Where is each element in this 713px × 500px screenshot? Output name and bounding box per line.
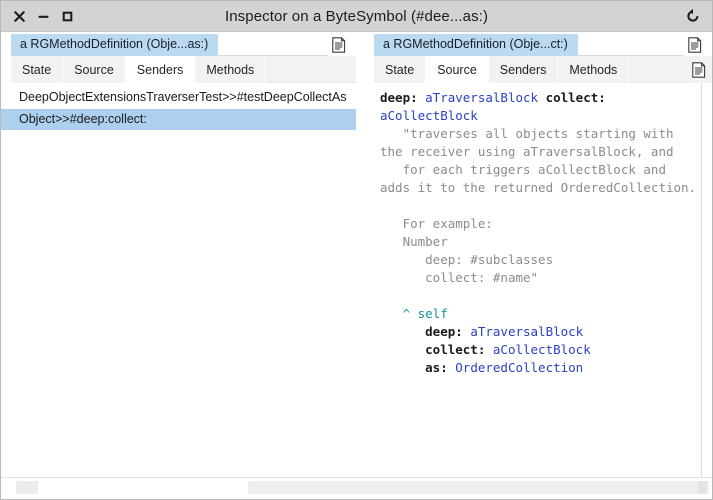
- left-pane: a RGMethodDefinition (Obje...as:) State …: [1, 32, 356, 477]
- code-token-kw: collect:: [425, 342, 493, 357]
- right-tabstrip: State Source Senders Methods: [364, 56, 712, 83]
- tab-senders[interactable]: Senders: [125, 56, 196, 83]
- list-item[interactable]: DeepObjectExtensionsTraverserTest>>#test…: [1, 87, 356, 109]
- refresh-icon[interactable]: [682, 5, 704, 27]
- window-controls: [1, 5, 78, 27]
- code-token-kw: as:: [425, 360, 456, 375]
- code-token-var: aCollectBlock: [492, 342, 591, 357]
- left-pane-header: a RGMethodDefinition (Obje...as:): [1, 32, 356, 56]
- tab-source[interactable]: Source: [426, 56, 489, 83]
- document-icon[interactable]: [328, 34, 350, 56]
- left-tabstrip: State Source Senders Methods: [1, 56, 356, 83]
- bottom-scrollbar-row: [1, 477, 712, 499]
- code-area-divider: [701, 83, 702, 477]
- right-header-spacer: [577, 32, 684, 56]
- left-horizontal-scrollbar[interactable]: [4, 481, 244, 494]
- title-bar: Inspector on a ByteSymbol (#dee...as:): [1, 1, 712, 32]
- maximize-icon[interactable]: [56, 5, 78, 27]
- code-token-kw: collect:: [545, 90, 606, 105]
- left-scrollbar-thumb[interactable]: [16, 481, 38, 494]
- panes-container: a RGMethodDefinition (Obje...as:) State …: [1, 32, 712, 477]
- document-icon[interactable]: [686, 56, 712, 83]
- code-token-var: aCollectBlock: [380, 108, 478, 123]
- code-token-var: aTraversalBlock: [470, 324, 584, 339]
- left-tabstrip-filler: [266, 56, 356, 83]
- tab-methods[interactable]: Methods: [558, 56, 630, 83]
- right-pane: a RGMethodDefinition (Obje...ct:) State …: [364, 32, 712, 477]
- tab-state[interactable]: State: [374, 56, 427, 83]
- left-pane-content: DeepObjectExtensionsTraverserTest>>#test…: [1, 83, 356, 477]
- senders-list: DeepObjectExtensionsTraverserTest>>#test…: [1, 83, 356, 131]
- right-object-tab[interactable]: a RGMethodDefinition (Obje...ct:): [374, 34, 578, 56]
- tab-source[interactable]: Source: [63, 56, 126, 83]
- code-token-cls: OrderedCollection: [455, 360, 584, 375]
- code-token-ret: ^ self: [402, 306, 448, 321]
- code-token-var: aTraversalBlock: [425, 90, 539, 105]
- code-token-comment: "traverses all objects starting with the…: [380, 126, 697, 285]
- source-code-editor[interactable]: deep: aTraversalBlock collect: aCollectB…: [364, 83, 712, 383]
- left-object-tab[interactable]: a RGMethodDefinition (Obje...as:): [11, 34, 219, 56]
- tab-senders[interactable]: Senders: [488, 56, 559, 83]
- right-horizontal-scrollbar[interactable]: [248, 481, 709, 494]
- right-pane-header: a RGMethodDefinition (Obje...ct:): [364, 32, 712, 56]
- page-title: Inspector on a ByteSymbol (#dee...as:): [224, 7, 489, 25]
- code-token-kw: deep:: [380, 90, 426, 105]
- tab-state[interactable]: State: [11, 56, 64, 83]
- left-header-spacer: [218, 32, 328, 56]
- list-item[interactable]: Object>>#deep:collect:: [1, 108, 356, 131]
- right-pane-content: deep: aTraversalBlock collect: aCollectB…: [364, 83, 712, 477]
- minimize-icon[interactable]: [32, 5, 54, 27]
- code-token-kw: deep:: [425, 324, 471, 339]
- tab-methods[interactable]: Methods: [195, 56, 267, 83]
- right-tabstrip-filler: [629, 56, 686, 83]
- document-icon[interactable]: [684, 34, 706, 56]
- right-scrollbar-thumb[interactable]: [698, 481, 707, 494]
- close-icon[interactable]: [8, 5, 30, 27]
- inspector-window: Inspector on a ByteSymbol (#dee...as:) a…: [0, 0, 713, 500]
- pane-divider: [356, 32, 364, 477]
